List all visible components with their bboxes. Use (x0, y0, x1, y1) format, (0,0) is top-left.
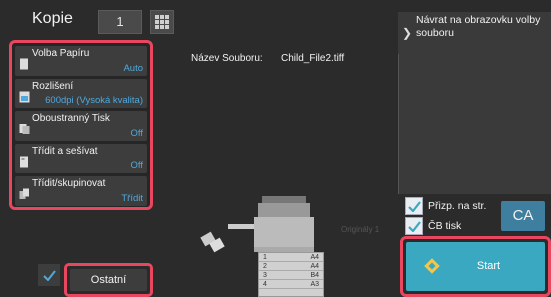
fit-to-page-option[interactable]: Přizp. na str. (405, 197, 486, 215)
tray-1[interactable]: 1 A4 (259, 253, 323, 262)
bw-print-label: ČB tisk (428, 220, 462, 232)
menu-item-value: Auto (123, 62, 143, 74)
menu-item-label: Volba Papíru (32, 48, 90, 59)
chevron-right-icon: ❯ (402, 26, 413, 40)
sort-group-icon (19, 188, 29, 199)
menu-item-duplex[interactable]: Oboustranný Tisk Off (15, 111, 147, 141)
bw-print-option[interactable]: ČB tisk (405, 217, 461, 235)
page-title: Kopie (32, 10, 73, 27)
menu-item-label: Třídit a sešívat (32, 145, 98, 157)
copies-input[interactable]: 1 (98, 10, 142, 34)
menu-item-sort-group[interactable]: Třídit/skupinovat Třídit (15, 176, 147, 206)
other-button[interactable]: Ostatní (70, 269, 147, 291)
other-frame: Ostatní (64, 263, 153, 297)
checkmark-icon (407, 200, 421, 212)
paper-trays: 1 A4 2 A4 3 B4 4 A3 (258, 252, 324, 297)
menu-item-label: Třídit/skupinovat (32, 178, 106, 189)
start-label: Start (476, 260, 501, 272)
menu-item-resolution[interactable]: Rozlišení 600dpi (Vysoká kvalita) (15, 78, 147, 108)
back-button-label: Návrat na obrazovku volby souboru (416, 14, 541, 39)
file-name-label: Název Souboru: (191, 53, 263, 64)
clear-all-button[interactable]: CA (501, 201, 545, 231)
start-button[interactable]: Start (406, 242, 545, 291)
other-check-button[interactable] (38, 264, 60, 286)
menu-item-label: Oboustranný Tisk (32, 113, 110, 124)
checkmark-icon (42, 269, 56, 281)
menu-item-label: Rozlišení (32, 80, 74, 92)
original-documents-icon (200, 231, 225, 253)
settings-menu: Volba Papíru Auto Rozlišení 600dpi (Vyso… (9, 40, 153, 210)
menu-item-value: 600dpi (Vysoká kvalita) (45, 95, 143, 106)
checkmark-icon (407, 220, 421, 232)
originals-count-label: Originály 1 (341, 225, 380, 234)
keypad-button[interactable] (150, 10, 174, 34)
keypad-icon (155, 15, 169, 29)
resolution-icon (19, 91, 30, 102)
tray-2[interactable]: 2 A4 (259, 262, 323, 271)
tray-4[interactable]: 4 A3 (259, 280, 323, 289)
menu-item-value: Off (130, 160, 144, 171)
menu-item-value: Off (130, 127, 144, 139)
back-to-file-selection-button[interactable]: ❯ Návrat na obrazovku volby souboru (398, 12, 551, 54)
sort-staple-icon (20, 156, 28, 167)
fit-to-page-label: Přizp. na str. (428, 200, 487, 212)
start-frame: Start (400, 236, 551, 297)
paper-select-icon (20, 58, 28, 70)
duplex-icon (19, 124, 30, 134)
bw-print-checkbox[interactable] (405, 217, 423, 235)
menu-item-paper[interactable]: Volba Papíru Auto (15, 46, 147, 76)
fit-to-page-checkbox[interactable] (405, 197, 423, 215)
menu-item-sort-staple[interactable]: Třídit a sešívat Off (15, 143, 147, 173)
menu-item-value: Třídit (121, 192, 143, 204)
file-name-value: Child_File2.tiff (281, 53, 345, 64)
tray-3[interactable]: 3 B4 (259, 271, 323, 280)
